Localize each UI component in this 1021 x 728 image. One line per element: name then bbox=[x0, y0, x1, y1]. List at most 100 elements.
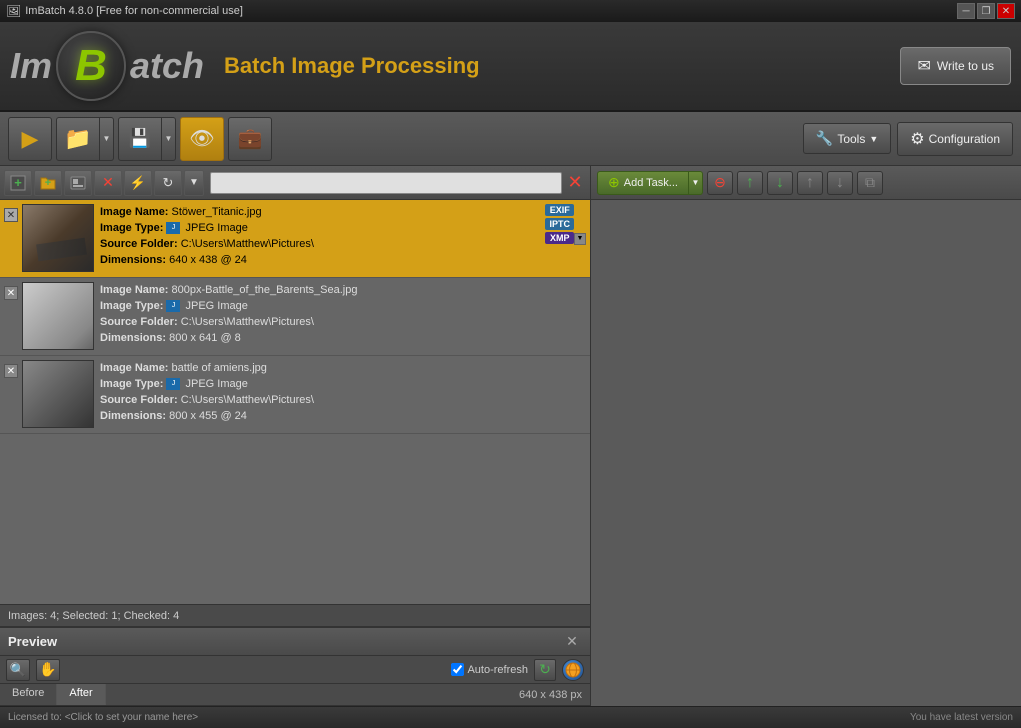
item-checkbox-1[interactable]: ✕ bbox=[4, 208, 18, 222]
item-info-3: Image Name: battle of amiens.jpg Image T… bbox=[100, 360, 586, 424]
tab-before[interactable]: Before bbox=[0, 684, 57, 705]
logo-atch: atch bbox=[130, 45, 204, 87]
save-button[interactable]: 💾 bbox=[118, 117, 162, 161]
copy-task-button[interactable]: ⧉ bbox=[857, 171, 883, 195]
item-name-2: Image Name: 800px-Battle_of_the_Barents_… bbox=[100, 282, 586, 298]
config-label: Configuration bbox=[929, 132, 1000, 146]
search-input[interactable] bbox=[210, 172, 562, 194]
image-item[interactable]: ✕ Image Name: battle of amiens.jpg Image… bbox=[0, 356, 590, 434]
tab-after[interactable]: After bbox=[57, 684, 105, 705]
zoom-button[interactable]: 🔍 bbox=[6, 659, 30, 681]
preview-toolbar-right: Auto-refresh ↻ bbox=[451, 659, 584, 681]
task-toolbar: ⊕ Add Task... ▼ ⊖ ↑ ↓ ↑ ↓ ⧉ bbox=[591, 166, 1021, 200]
scroll-indicator-1: ▼ bbox=[574, 233, 586, 245]
auto-refresh-label: Auto-refresh bbox=[467, 664, 528, 676]
item-name-3: Image Name: battle of amiens.jpg bbox=[100, 360, 586, 376]
bag-button[interactable]: 💼 bbox=[228, 117, 272, 161]
svg-text:+: + bbox=[14, 175, 22, 190]
tools-button[interactable]: 🔧 Tools ▼ bbox=[803, 123, 891, 154]
item-info-1: Image Name: Stöwer_Titanic.jpg Image Typ… bbox=[100, 204, 586, 268]
add-task-group: ⊕ Add Task... ▼ bbox=[597, 171, 703, 195]
list-dropdown-button[interactable]: ▼ bbox=[184, 170, 204, 196]
tools-icon: 🔧 bbox=[816, 130, 833, 147]
item-dims-2: Dimensions: 800 x 641 @ 8 bbox=[100, 330, 586, 346]
write-to-us-label: Write to us bbox=[937, 59, 994, 73]
jpeg-icon-1: J bbox=[166, 222, 180, 234]
preview-title: Preview bbox=[8, 634, 556, 649]
task-area bbox=[591, 200, 1021, 706]
add-folder-button[interactable]: + bbox=[34, 170, 62, 196]
add-image-button[interactable]: + bbox=[4, 170, 32, 196]
preview-toolbar: 🔍 ✋ Auto-refresh ↻ bbox=[0, 656, 590, 684]
remove-task-button[interactable]: ⊖ bbox=[707, 171, 733, 195]
view-button[interactable]: 👁 bbox=[180, 117, 224, 161]
configuration-button[interactable]: ⚙ Configuration bbox=[897, 122, 1013, 156]
header-right: ✉ Write to us bbox=[900, 47, 1011, 85]
add-task-label: Add Task... bbox=[624, 177, 678, 189]
header: Im B atch Batch Image Processing ✉ Write… bbox=[0, 22, 1021, 112]
preview-close-button[interactable]: ✕ bbox=[562, 632, 582, 652]
filter-button[interactable] bbox=[64, 170, 92, 196]
app-icon: 🖼 bbox=[6, 4, 21, 18]
status-bar: Images: 4; Selected: 1; Checked: 4 bbox=[0, 604, 590, 626]
exif-badge: EXIF bbox=[545, 204, 574, 216]
globe-button[interactable] bbox=[562, 659, 584, 681]
toolbar-right: 🔧 Tools ▼ ⚙ Configuration bbox=[803, 122, 1013, 156]
logo-area: Im B atch Batch Image Processing bbox=[10, 31, 900, 101]
main-area: + + ✕ ⚡ ↻ ▼ ✕ ✕ bbox=[0, 166, 1021, 706]
preview-panel: Preview ✕ 🔍 ✋ Auto-refresh ↻ bbox=[0, 626, 590, 706]
auto-refresh-checkbox-area: Auto-refresh bbox=[451, 663, 528, 676]
move-down-button[interactable]: ↓ bbox=[827, 171, 853, 195]
item-checkbox-2[interactable]: ✕ bbox=[4, 286, 18, 300]
titlebar-title: ImBatch 4.8.0 [Free for non-commercial u… bbox=[21, 5, 957, 17]
pan-button[interactable]: ✋ bbox=[36, 659, 60, 681]
open-button[interactable]: 📁 bbox=[56, 117, 100, 161]
maximize-button[interactable]: ❐ bbox=[977, 3, 995, 19]
actions-button[interactable]: ⚡ bbox=[124, 170, 152, 196]
move-up-button[interactable]: ↑ bbox=[797, 171, 823, 195]
svg-text:+: + bbox=[45, 177, 51, 189]
save-dropdown-arrow[interactable]: ▼ bbox=[162, 117, 176, 161]
minimize-button[interactable]: ─ bbox=[957, 3, 975, 19]
refresh-preview-button[interactable]: ↻ bbox=[534, 659, 556, 681]
titlebar: 🖼 ImBatch 4.8.0 [Free for non-commercial… bbox=[0, 0, 1021, 22]
item-source-3: Source Folder: C:\Users\Matthew\Pictures… bbox=[100, 392, 586, 408]
item-thumb-1 bbox=[22, 204, 94, 272]
preview-tabs: Before After 640 x 438 px bbox=[0, 684, 590, 706]
item-thumb-3 bbox=[22, 360, 94, 428]
item-type-1: Image Type: J JPEG Image bbox=[100, 220, 586, 236]
item-source-1: Source Folder: C:\Users\Matthew\Pictures… bbox=[100, 236, 586, 252]
open-dropdown-arrow[interactable]: ▼ bbox=[100, 117, 114, 161]
move-down-green-button[interactable]: ↓ bbox=[767, 171, 793, 195]
image-list: ✕ Image Name: Stöwer_Titanic.jpg Image T… bbox=[0, 200, 590, 604]
image-item[interactable]: ✕ Image Name: 800px-Battle_of_the_Barent… bbox=[0, 278, 590, 356]
write-to-us-button[interactable]: ✉ Write to us bbox=[900, 47, 1011, 85]
open-button-group: 📁 ▼ bbox=[56, 117, 114, 161]
logo-im: Im bbox=[10, 45, 52, 87]
eye-icon: 👁 bbox=[189, 126, 214, 151]
remove-image-button[interactable]: ✕ bbox=[94, 170, 122, 196]
play-button[interactable]: ▶ bbox=[8, 117, 52, 161]
right-panel: ⊕ Add Task... ▼ ⊖ ↑ ↓ ↑ ↓ ⧉ bbox=[591, 166, 1021, 706]
item-thumb-2 bbox=[22, 282, 94, 350]
item-badges-1: EXIF IPTC XMP bbox=[545, 204, 574, 244]
bottom-status-bar: Licensed to: <Click to set your name her… bbox=[0, 706, 1021, 728]
item-source-2: Source Folder: C:\Users\Matthew\Pictures… bbox=[100, 314, 586, 330]
item-dims-3: Dimensions: 800 x 455 @ 24 bbox=[100, 408, 586, 424]
search-clear-button[interactable]: ✕ bbox=[564, 172, 586, 194]
close-button[interactable]: ✕ bbox=[997, 3, 1015, 19]
bottom-status-left: Licensed to: <Click to set your name her… bbox=[8, 712, 198, 723]
logo-b: B bbox=[75, 41, 107, 91]
item-info-2: Image Name: 800px-Battle_of_the_Barents_… bbox=[100, 282, 586, 346]
move-up-green-button[interactable]: ↑ bbox=[737, 171, 763, 195]
auto-refresh-checkbox[interactable] bbox=[451, 663, 464, 676]
xmp-badge: XMP bbox=[545, 232, 574, 244]
add-task-dropdown[interactable]: ▼ bbox=[689, 171, 703, 195]
image-item[interactable]: ✕ Image Name: Stöwer_Titanic.jpg Image T… bbox=[0, 200, 590, 278]
item-checkbox-3[interactable]: ✕ bbox=[4, 364, 18, 378]
refresh-list-button[interactable]: ↻ bbox=[154, 170, 182, 196]
preview-dimensions: 640 x 438 px bbox=[519, 684, 590, 705]
add-task-button[interactable]: ⊕ Add Task... bbox=[597, 171, 689, 195]
item-name-1: Image Name: Stöwer_Titanic.jpg bbox=[100, 204, 586, 220]
save-button-group: 💾 ▼ bbox=[118, 117, 176, 161]
